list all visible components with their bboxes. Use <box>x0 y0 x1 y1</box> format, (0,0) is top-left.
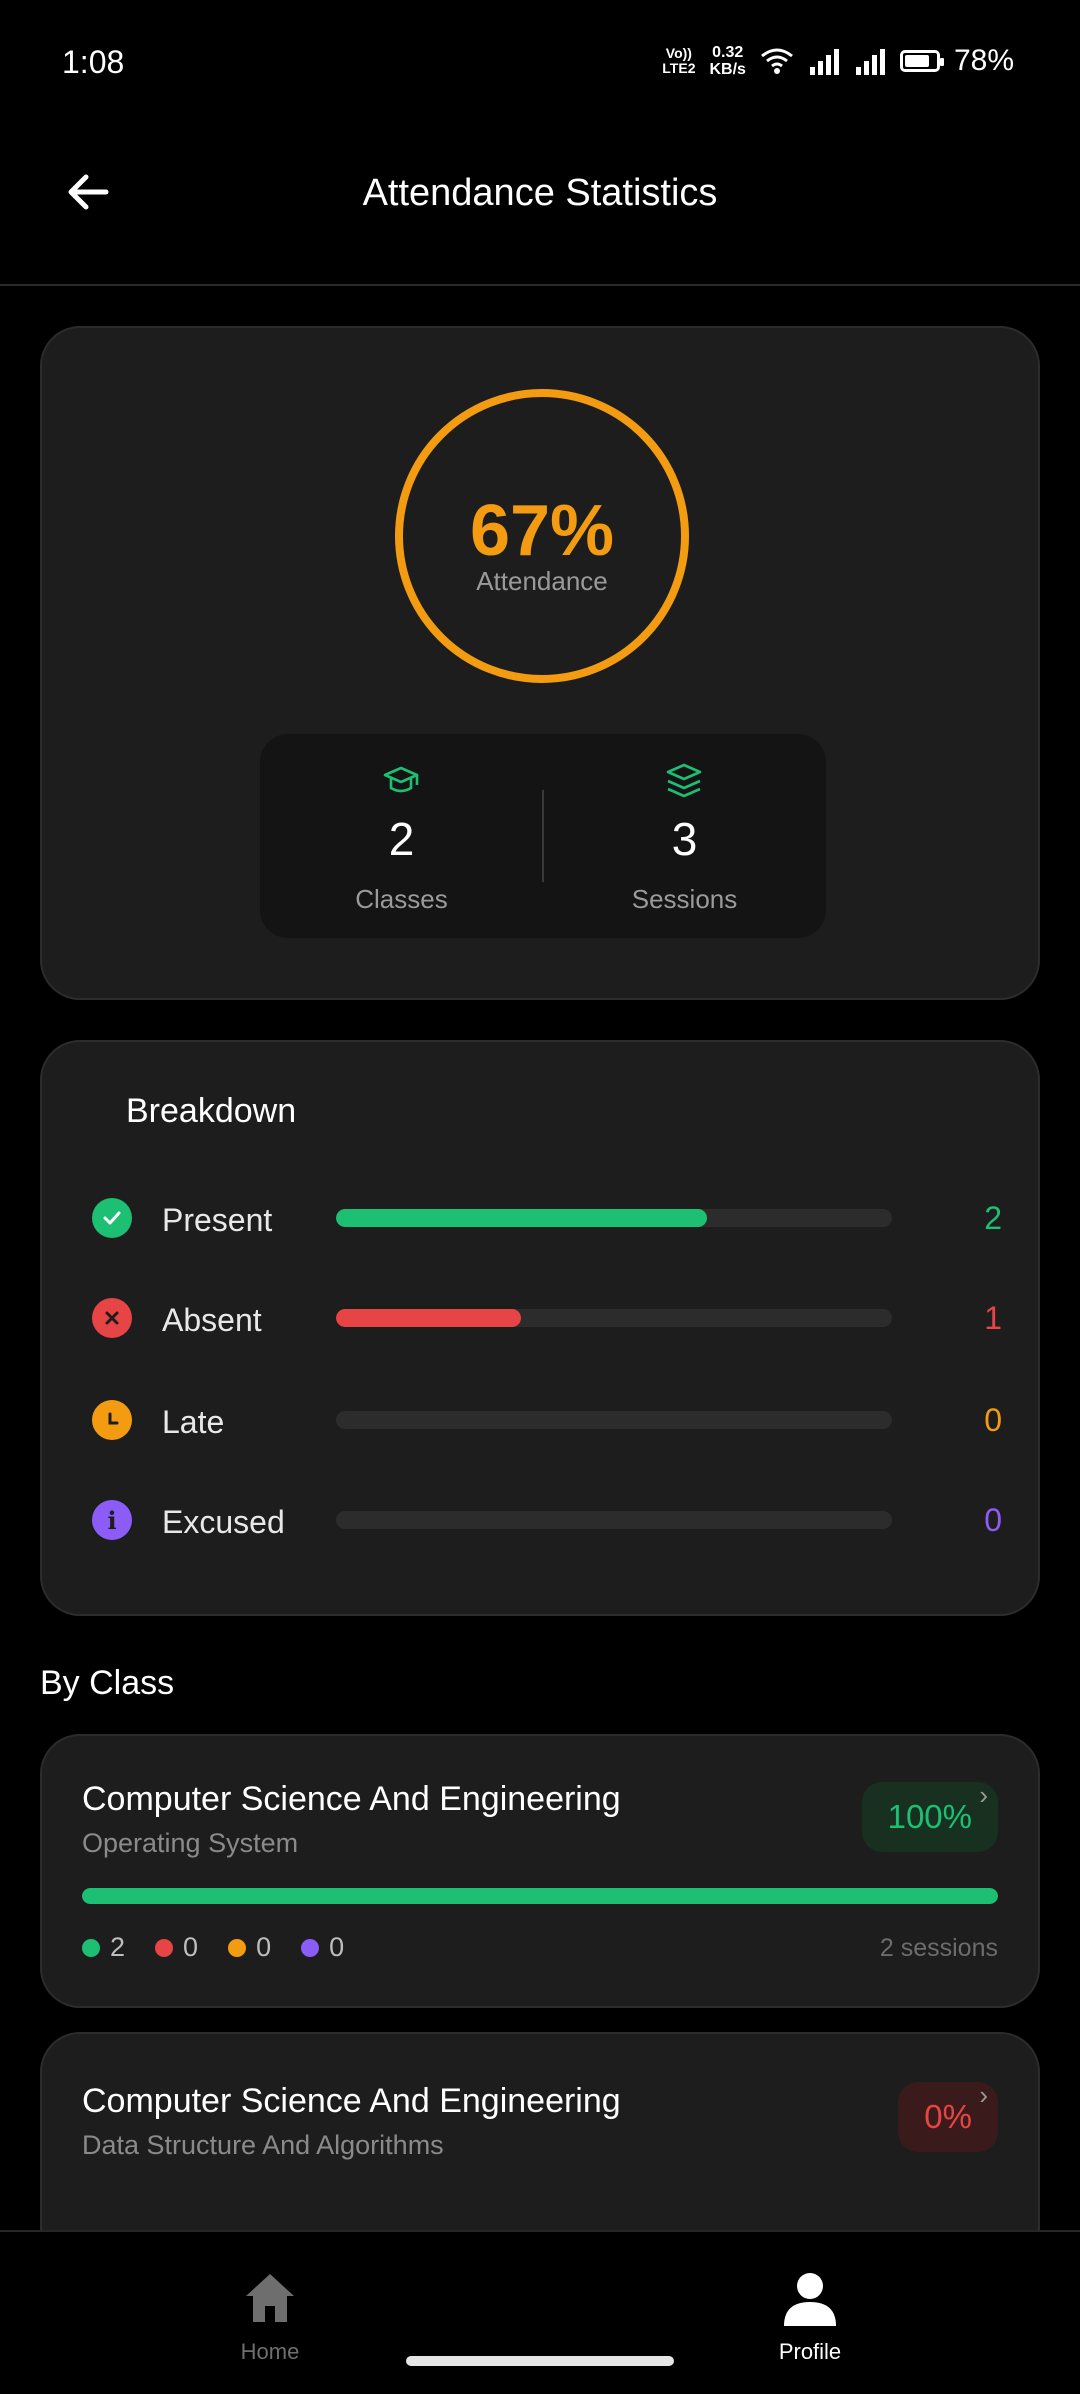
class-sessions: 2 sessions <box>879 1934 998 1962</box>
present-dot-icon <box>82 1939 100 1957</box>
attendance-label: Attendance <box>476 566 608 596</box>
classes-count: 2 <box>388 813 415 865</box>
excused-dot-icon <box>301 1939 320 1957</box>
graduation-cap-icon <box>383 766 419 793</box>
status-time: 1:08 <box>62 44 125 80</box>
home-indicator <box>406 2356 674 2366</box>
nav-home[interactable]: Home <box>190 2268 350 2365</box>
header-divider <box>0 284 1080 286</box>
breakdown-row-absent: Absent 1 <box>42 1288 1042 1348</box>
class-progress-track <box>82 1888 998 1904</box>
breakdown-row-late: Late 0 <box>42 1390 1042 1450</box>
status-icons: Vo)) LTE2 0.32 KB/s 78% <box>662 44 1014 78</box>
breakdown-row-excused: i Excused 0 <box>42 1490 1042 1550</box>
profile-icon <box>784 2273 836 2326</box>
breakdown-track <box>336 1209 892 1227</box>
page-title: Attendance Statistics <box>362 172 718 214</box>
clock-icon <box>92 1400 132 1440</box>
breakdown-count: 0 <box>984 1502 1002 1538</box>
battery-icon <box>899 50 944 72</box>
breakdown-row-present: Present 2 <box>42 1188 1042 1248</box>
network-speed: 0.32 KB/s <box>709 44 746 78</box>
chevron-right-icon: › <box>979 1780 988 1810</box>
classes-label: Classes <box>355 884 448 914</box>
class-percent-badge: 0% › <box>898 2080 998 2152</box>
signal-icon-2 <box>855 49 885 75</box>
breakdown-label: Late <box>162 1404 225 1440</box>
attendance-percent: 67% <box>469 491 615 571</box>
breakdown-count: 2 <box>984 1200 1002 1236</box>
class-card[interactable]: Computer Science And Engineering Data St… <box>40 2032 1040 2232</box>
class-title: Computer Science And Engineering <box>82 2082 621 2120</box>
x-icon <box>92 1298 132 1338</box>
late-dot-icon <box>228 1939 247 1957</box>
nav-profile-label: Profile <box>778 2339 842 2364</box>
breakdown-card: Breakdown Present 2 Absent 1 Late 0 i Ex… <box>40 1040 1040 1616</box>
class-counts: 2 0 0 0 <box>82 1932 344 1963</box>
breakdown-count: 1 <box>984 1300 1002 1336</box>
chevron-right-icon: › <box>979 2080 988 2110</box>
check-icon <box>92 1198 132 1238</box>
layers-icon <box>666 763 702 798</box>
classes-stat: 2 Classes <box>260 734 543 938</box>
breakdown-count: 0 <box>984 1402 1002 1438</box>
breakdown-label: Absent <box>162 1302 262 1338</box>
class-subject: Operating System <box>82 1828 299 1858</box>
sessions-stat: 3 Sessions <box>543 734 826 938</box>
late-count: 0 <box>228 1932 271 1963</box>
nav-profile[interactable]: Profile <box>730 2268 890 2365</box>
breakdown-track <box>336 1411 892 1429</box>
breakdown-track <box>336 1309 892 1327</box>
nav-home-label: Home <box>240 2339 300 2364</box>
breakdown-track <box>336 1511 892 1529</box>
sessions-label: Sessions <box>631 884 738 914</box>
breakdown-label: Excused <box>162 1504 285 1540</box>
class-progress-fill <box>82 1888 998 1904</box>
breakdown-fill <box>336 1309 522 1327</box>
info-icon: i <box>92 1500 132 1540</box>
bottom-navigation: Home Profile <box>0 2230 1080 2394</box>
sessions-count: 3 <box>671 813 698 865</box>
excused-count: 0 <box>301 1932 344 1963</box>
signal-icon-1 <box>809 49 839 75</box>
home-icon <box>246 2274 294 2322</box>
class-subject: Data Structure And Algorithms <box>82 2130 444 2160</box>
breakdown-fill <box>336 1209 707 1227</box>
present-count: 2 <box>82 1932 125 1963</box>
breakdown-title: Breakdown <box>126 1092 297 1130</box>
summary-stats: 2 Classes 3 Sessions <box>260 734 826 938</box>
class-title: Computer Science And Engineering <box>82 1780 621 1818</box>
breakdown-label: Present <box>162 1202 273 1238</box>
attendance-overview-card: 67% Attendance 2 Classes 3 Sessions <box>40 326 1040 1000</box>
class-card[interactable]: Computer Science And Engineering Operati… <box>40 1734 1040 2008</box>
wifi-icon <box>761 48 793 74</box>
by-class-title: By Class <box>40 1664 175 1702</box>
network-type: Vo)) LTE2 <box>662 45 696 76</box>
class-percent-badge: 100% › <box>861 1780 998 1852</box>
absent-count: 0 <box>155 1932 198 1963</box>
battery-percent: 78% <box>953 44 1014 77</box>
absent-dot-icon <box>155 1939 174 1957</box>
